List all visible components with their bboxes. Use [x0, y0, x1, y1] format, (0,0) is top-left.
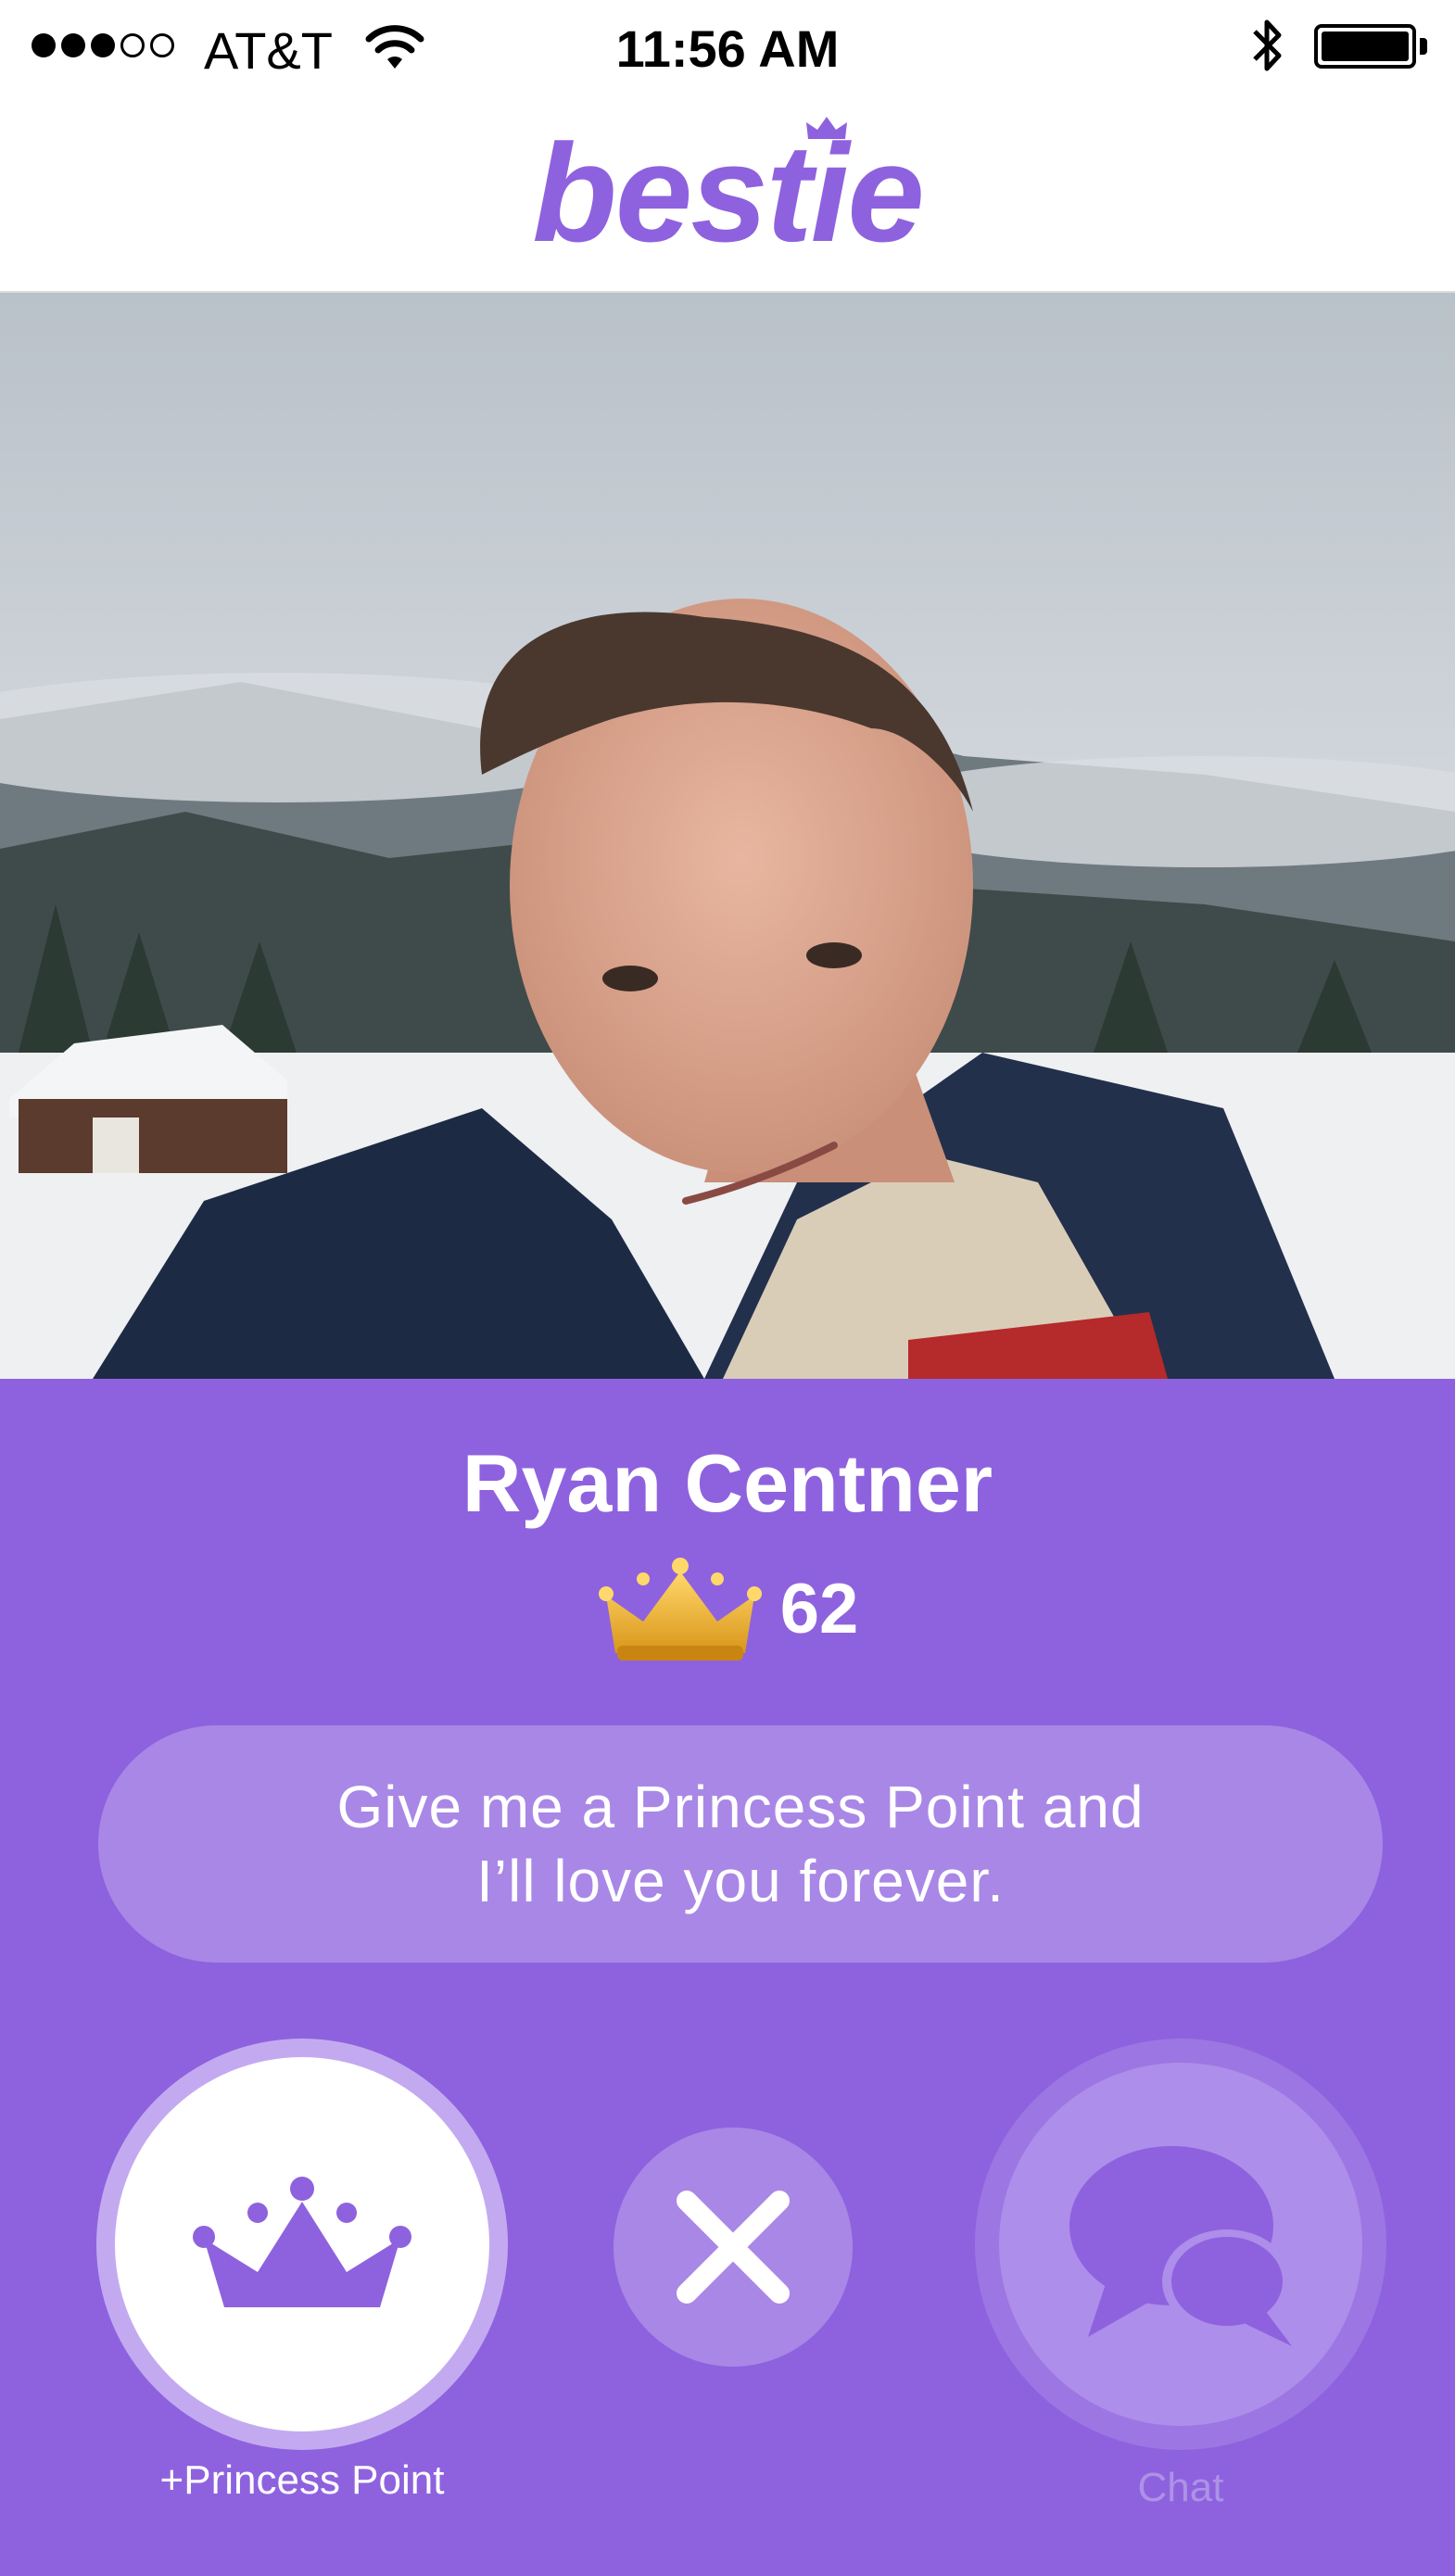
crown-icon — [598, 1558, 762, 1661]
close-icon — [677, 2191, 790, 2304]
battery-tip — [1420, 38, 1427, 55]
chat-button[interactable] — [975, 2039, 1386, 2450]
princess-point-label: +Princess Point — [159, 2457, 445, 2503]
dismiss-button[interactable] — [614, 2128, 853, 2367]
app-header: bestie — [0, 93, 1455, 293]
princess-point-button[interactable] — [96, 2039, 508, 2450]
bio-line-2: I’ll love you forever. — [476, 1848, 1005, 1914]
chat-label: Chat — [1137, 2465, 1224, 2510]
status-time: 11:56 AM — [615, 19, 840, 78]
status-bar: AT&T 11:56 AM — [0, 0, 1455, 93]
app-logo: bestie — [532, 115, 925, 271]
chat-icon — [1069, 2146, 1292, 2346]
profile-name: Ryan Centner — [462, 1437, 993, 1529]
crown-icon — [193, 2177, 411, 2307]
profile-photo-illustration — [0, 293, 1455, 1379]
princess-points-row: 62 — [0, 1553, 1455, 1664]
princess-points-count: 62 — [779, 1569, 859, 1648]
bio-line-1: Give me a Princess Point and — [336, 1774, 1145, 1840]
battery-icon — [1314, 24, 1416, 69]
bluetooth-icon — [1253, 19, 1282, 71]
profile-photo[interactable] — [0, 293, 1455, 1379]
logo-crown-icon — [806, 117, 847, 139]
bio-bubble: Give me a Princess Point and I’ll love y… — [98, 1725, 1383, 1963]
